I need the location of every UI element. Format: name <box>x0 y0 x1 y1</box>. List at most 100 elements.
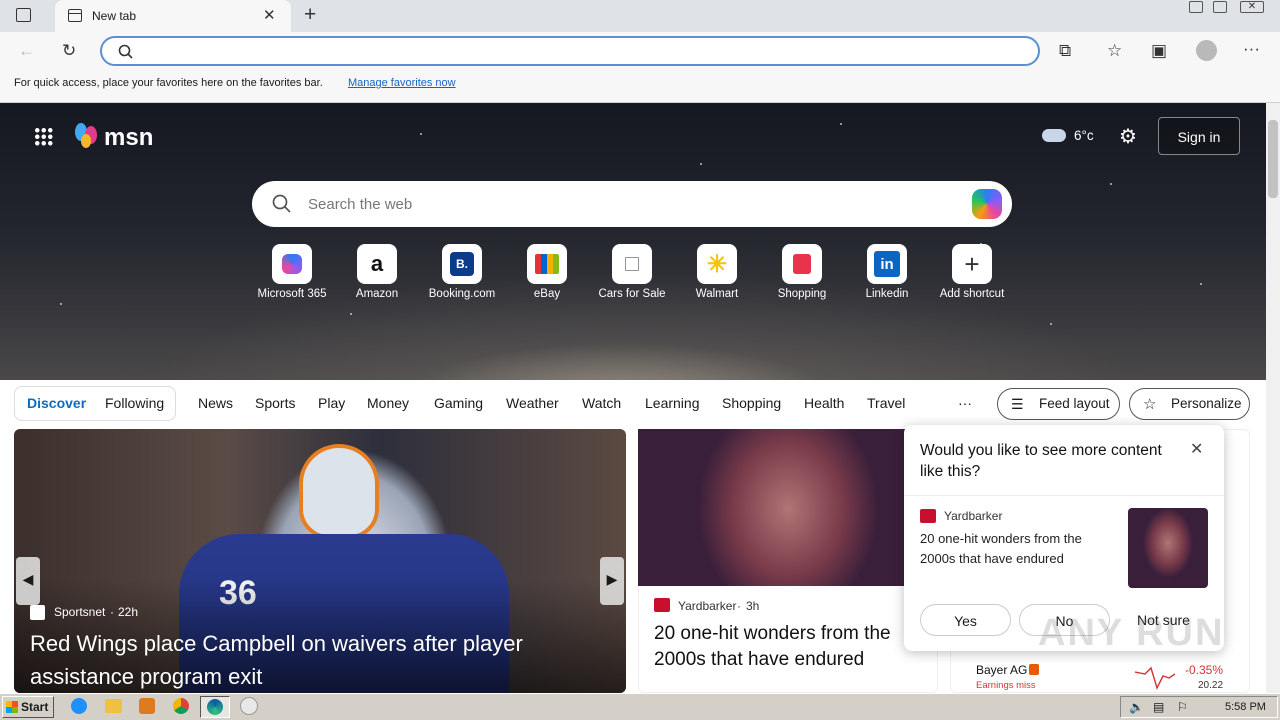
card2-dot: · <box>737 599 741 613</box>
edge-taskbar-button[interactable] <box>200 696 230 718</box>
nav-more-icon[interactable]: ··· <box>958 395 972 411</box>
shortcut-shopping[interactable]: Shopping <box>762 244 842 300</box>
favorites-icon[interactable]: ☆ <box>1107 41 1122 61</box>
scrollbar-thumb[interactable] <box>1268 120 1278 198</box>
sign-in-button[interactable]: Sign in <box>1158 117 1240 155</box>
msn-logo-text: msn <box>104 124 154 151</box>
tab-actions-icon[interactable] <box>16 8 31 22</box>
msn-logo-icon[interactable] <box>72 122 102 150</box>
sportsnet-icon <box>30 605 45 620</box>
nav-weather[interactable]: Weather <box>506 395 559 411</box>
goalie-mask-graphic <box>299 444 379 539</box>
card2-headline[interactable]: 20 one-hit wonders from the 2000s that h… <box>654 621 924 673</box>
shortcut-walmart[interactable]: ✳ Walmart <box>677 244 757 300</box>
chrome-icon[interactable] <box>173 698 189 714</box>
shopping-bag-icon <box>782 244 822 284</box>
nav-watch[interactable]: Watch <box>582 395 621 411</box>
extensions-icon[interactable]: ⧉ <box>1059 41 1071 61</box>
nav-money[interactable]: Money <box>367 395 409 411</box>
popup-yes-button[interactable]: Yes <box>920 604 1011 636</box>
nav-news[interactable]: News <box>198 395 233 411</box>
tab-title: New tab <box>92 9 137 23</box>
nav-learning[interactable]: Learning <box>645 395 700 411</box>
tab-new-tab[interactable]: New tab ✕ <box>55 0 291 32</box>
hero-news-card[interactable]: 36 Sportsnet · 22h Red Wings place Campb… <box>14 429 626 693</box>
profile-avatar[interactable] <box>1196 40 1217 61</box>
nav-health[interactable]: Health <box>804 395 844 411</box>
yardbarker-icon <box>654 598 670 612</box>
sliders-icon: ☰ <box>1011 396 1024 412</box>
start-button[interactable]: Start <box>2 696 54 718</box>
linkedin-icon: in <box>867 244 907 284</box>
web-search-input[interactable]: Search the web <box>252 181 1012 227</box>
shortcut-amazon[interactable]: a Amazon <box>337 244 417 300</box>
stock-badge-icon <box>1029 664 1039 675</box>
shortcut-cars-for-sale[interactable]: Cars for Sale <box>592 244 672 300</box>
ie-icon[interactable] <box>71 698 87 714</box>
start-label: Start <box>21 700 49 714</box>
copilot-icon[interactable] <box>972 189 1002 219</box>
nav-play[interactable]: Play <box>318 395 345 411</box>
personalize-button[interactable]: ☆ Personalize <box>1129 388 1250 420</box>
taskbar-app-icon[interactable] <box>240 697 258 715</box>
minimize-icon[interactable] <box>1189 1 1203 13</box>
restore-icon[interactable] <box>1213 1 1227 13</box>
search-placeholder: Search the web <box>308 196 413 213</box>
apps-grid-icon[interactable] <box>34 127 53 146</box>
back-icon[interactable]: ← <box>18 41 35 61</box>
card2-age: 3h <box>746 599 760 613</box>
close-icon[interactable]: ✕ <box>1190 439 1203 459</box>
card2-source: Yardbarker <box>678 599 737 613</box>
personalize-star-icon: ☆ <box>1143 396 1157 413</box>
address-bar[interactable] <box>100 36 1040 66</box>
stock-name[interactable]: Bayer AG <box>976 663 1027 677</box>
favorites-bar-text: For quick access, place your favorites h… <box>14 77 323 89</box>
action-center-flag-icon[interactable]: ⚐ <box>1177 700 1188 714</box>
weather-temperature[interactable]: 6°c <box>1074 128 1094 143</box>
nav-shopping[interactable]: Shopping <box>722 395 781 411</box>
sign-in-label: Sign in <box>1177 129 1221 145</box>
shortcut-label: Amazon <box>355 288 399 300</box>
yes-label: Yes <box>954 613 977 629</box>
refresh-icon[interactable]: ↻ <box>62 41 76 61</box>
shortcut-microsoft-365[interactable]: Microsoft 365 <box>252 244 332 300</box>
close-window-icon[interactable]: ✕ <box>1240 1 1264 13</box>
popup-source: Yardbarker <box>944 509 1003 523</box>
shortcut-add[interactable]: + Add shortcut <box>932 244 1012 300</box>
shortcut-label: Booking.com <box>428 288 496 300</box>
booking-icon: B. <box>442 244 482 284</box>
nav-gaming[interactable]: Gaming <box>434 395 483 411</box>
settings-gear-icon[interactable]: ⚙ <box>1119 124 1137 149</box>
nav-travel[interactable]: Travel <box>867 395 905 411</box>
search-icon <box>118 44 133 59</box>
main-card-dot: · <box>110 605 114 619</box>
main-card-headline[interactable]: Red Wings place Campbell on waivers afte… <box>30 627 610 693</box>
carousel-prev-button[interactable]: ◀ <box>16 557 40 605</box>
cars-for-sale-icon <box>612 244 652 284</box>
tab-following[interactable]: Following <box>105 395 164 411</box>
folder-icon[interactable] <box>105 699 122 713</box>
tab-discover[interactable]: Discover <box>27 395 86 411</box>
stock-note: Earnings miss <box>976 680 1036 691</box>
collections-icon[interactable]: ▣ <box>1151 41 1167 61</box>
manage-favorites-link[interactable]: Manage favorites now <box>348 77 456 89</box>
new-tab-icon[interactable]: + <box>304 3 316 27</box>
volume-icon[interactable]: 🔈 <box>1129 700 1144 714</box>
search-icon <box>272 194 291 213</box>
ebay-icon <box>527 244 567 284</box>
walmart-spark-icon: ✳ <box>697 244 737 284</box>
close-tab-icon[interactable]: ✕ <box>263 6 276 24</box>
shortcut-ebay[interactable]: eBay <box>507 244 587 300</box>
shortcut-linkedin[interactable]: in Linkedin <box>847 244 927 300</box>
shortcut-label: Walmart <box>695 288 739 300</box>
network-icon[interactable]: ▤ <box>1153 700 1164 714</box>
nav-sports[interactable]: Sports <box>255 395 295 411</box>
shortcut-booking[interactable]: B. Booking.com <box>422 244 502 300</box>
personalize-label: Personalize <box>1171 396 1242 411</box>
shortcut-label: Shopping <box>777 288 827 300</box>
carousel-next-button[interactable]: ▶ <box>600 557 624 605</box>
media-player-icon[interactable] <box>139 698 155 714</box>
edge-icon <box>207 699 223 715</box>
more-menu-icon[interactable]: ··· <box>1243 39 1260 59</box>
feed-layout-button[interactable]: ☰ Feed layout <box>997 388 1120 420</box>
